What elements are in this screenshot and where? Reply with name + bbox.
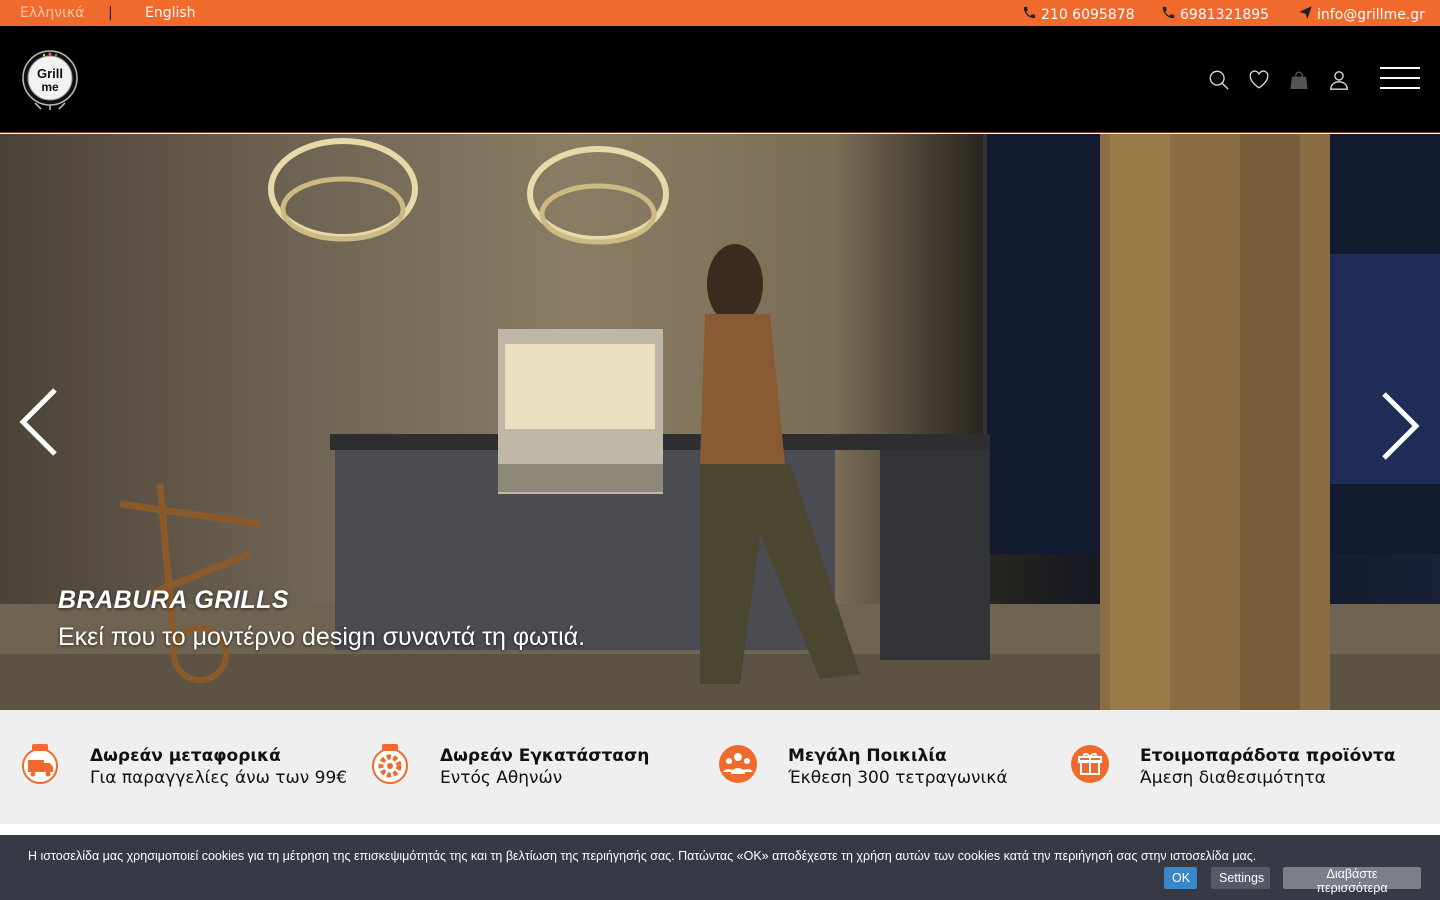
variety-icon (719, 745, 757, 783)
site-logo[interactable]: Grill me (19, 49, 81, 111)
phone-number-1: 210 6095878 (1041, 6, 1135, 23)
cookie-banner: Η ιστοσελίδα μας χρησιμοποιεί cookies γι… (0, 835, 1440, 900)
language-english-link[interactable]: English (145, 5, 196, 21)
hero-title: BRABURA GRILLS (58, 586, 290, 614)
chevron-right-icon (1382, 392, 1420, 460)
cart-icon[interactable] (1288, 69, 1310, 91)
heart-icon[interactable] (1248, 69, 1270, 91)
phone-link-2[interactable]: 6981321895 (1161, 5, 1269, 24)
feature-subtitle: Για παραγγελίες άνω των 99€ (90, 768, 348, 788)
search-icon[interactable] (1208, 69, 1230, 91)
main-header: Grill me (0, 26, 1440, 133)
feature-title: Δωρεάν μεταφορικά (90, 746, 281, 766)
free-installation-icon (372, 744, 408, 784)
slider-next-arrow[interactable] (1378, 390, 1422, 462)
logo-text-top: Grill (37, 66, 63, 81)
cookie-read-more-button[interactable]: Διαβάστε περισσότερα (1283, 867, 1421, 895)
hero-subtitle: Εκεί που το μοντέρνο design συναντά τη φ… (58, 623, 586, 651)
menu-icon[interactable] (1380, 67, 1420, 89)
language-separator: | (108, 5, 113, 21)
feature-subtitle: Έκθεση 300 τετραγωνικά (788, 768, 1008, 788)
feature-subtitle: Άμεση διαθεσιμότητα (1140, 768, 1326, 788)
feature-subtitle: Εντός Αθηνών (440, 768, 563, 788)
user-icon[interactable] (1328, 69, 1350, 91)
cookie-text: Η ιστοσελίδα μας χρησιμοποιεί cookies γι… (28, 849, 1257, 863)
phone-link-1[interactable]: 210 6095878 (1022, 5, 1135, 24)
email-link[interactable]: info@grillme.gr (1298, 5, 1425, 24)
features-strip: Δωρεάν μεταφορικά Για παραγγελίες άνω τω… (0, 710, 1440, 824)
chevron-left-icon (19, 388, 57, 456)
feature-title: Ετοιμοπαράδοτα προϊόντα (1140, 746, 1396, 766)
phone-icon (1022, 5, 1037, 24)
hero-slider: BRABURA GRILLS Εκεί που το μοντέρνο desi… (0, 134, 1440, 710)
phone-number-2: 6981321895 (1180, 6, 1270, 23)
top-bar: Ελληνικά | English 210 6095878 698132189… (0, 0, 1440, 26)
gift-icon (1071, 745, 1109, 783)
free-delivery-icon (22, 744, 58, 784)
phone-icon (1161, 5, 1176, 24)
feature-title: Μεγάλη Ποικιλία (788, 746, 947, 766)
language-greek-link[interactable]: Ελληνικά (20, 5, 84, 21)
paper-plane-icon (1298, 5, 1313, 24)
email-address: info@grillme.gr (1317, 6, 1425, 23)
cookie-settings-button[interactable]: Settings (1211, 867, 1270, 889)
logo-text-bottom: me (41, 80, 59, 94)
header-icons (1208, 69, 1350, 91)
slider-prev-arrow[interactable] (17, 386, 61, 458)
cookie-ok-button[interactable]: OK (1164, 867, 1197, 889)
feature-title: Δωρεάν Εγκατάσταση (440, 746, 650, 766)
